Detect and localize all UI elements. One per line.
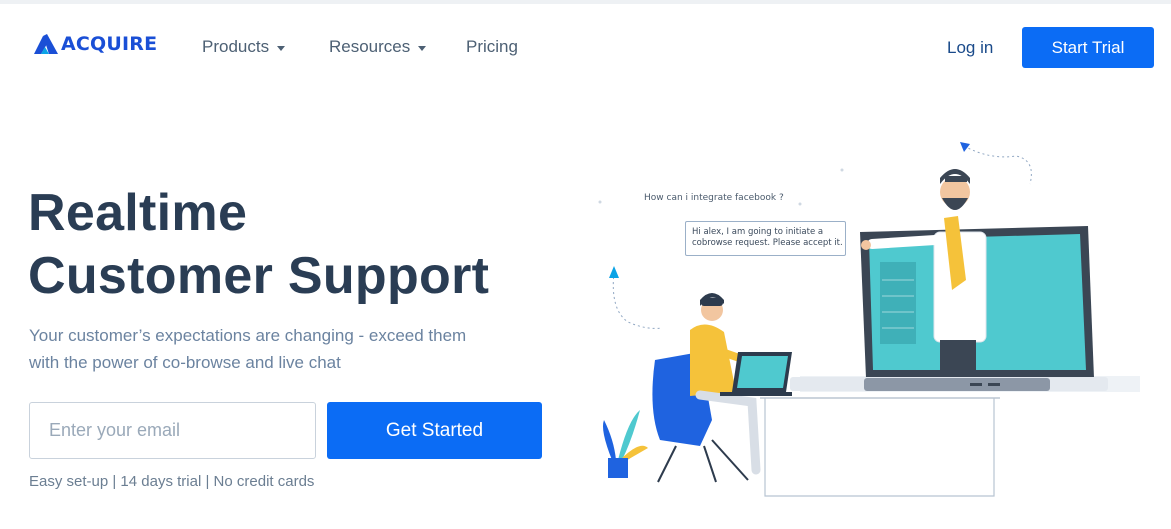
chevron-down-icon — [277, 45, 286, 51]
brand-logo-text: ACQUIRE — [61, 33, 158, 55]
nav-resources-label: Resources — [329, 37, 411, 56]
chat-answer-line-1: Hi alex, I am going to initiate a — [692, 227, 824, 237]
nav-products-label: Products — [202, 37, 270, 56]
get-started-button[interactable]: Get Started — [327, 402, 542, 459]
acquire-logo-mark-icon — [34, 34, 58, 54]
cobrowse-support-illustration — [598, 142, 1140, 497]
plant — [603, 410, 648, 478]
hero-subtitle-line-1: Your customer’s expectations are changin… — [29, 326, 467, 345]
dotted-arrow-left — [612, 271, 663, 329]
chat-answer-line-2: cobrowse request. Please accept it. — [692, 238, 843, 248]
hero-subtitle-line-2: with the power of co-browse and live cha… — [29, 353, 341, 372]
login-link[interactable]: Log in — [947, 38, 993, 58]
signup-benefits-note: Easy set-up | 14 days trial | No credit … — [29, 473, 315, 490]
chat-answer-bubble: Hi alex, I am going to initiate a cobrow… — [685, 221, 846, 256]
nav-products-dropdown[interactable]: Products — [202, 37, 286, 57]
start-trial-button[interactable]: Start Trial — [1022, 27, 1154, 68]
chevron-down-icon — [418, 45, 427, 51]
email-input[interactable] — [29, 402, 316, 459]
cable — [764, 398, 995, 497]
brand-logo[interactable]: ACQUIRE — [34, 31, 157, 57]
screen-panel — [880, 262, 916, 344]
nav-resources-dropdown[interactable]: Resources — [329, 37, 427, 57]
nav-pricing-link[interactable]: Pricing — [466, 37, 518, 57]
dotted-arrow-right — [963, 145, 1032, 185]
hero-headline-line-2: Customer Support — [28, 247, 490, 305]
chat-question-bubble: How can i integrate facebook ? — [644, 193, 784, 203]
hero-headline: Realtime Customer Support — [28, 182, 489, 308]
top-navigation: ACQUIRE Products Resources Pricing Log i… — [0, 4, 1171, 90]
hero-headline-line-1: Realtime — [28, 184, 248, 242]
hero-subtitle: Your customer’s expectations are changin… — [29, 322, 529, 376]
